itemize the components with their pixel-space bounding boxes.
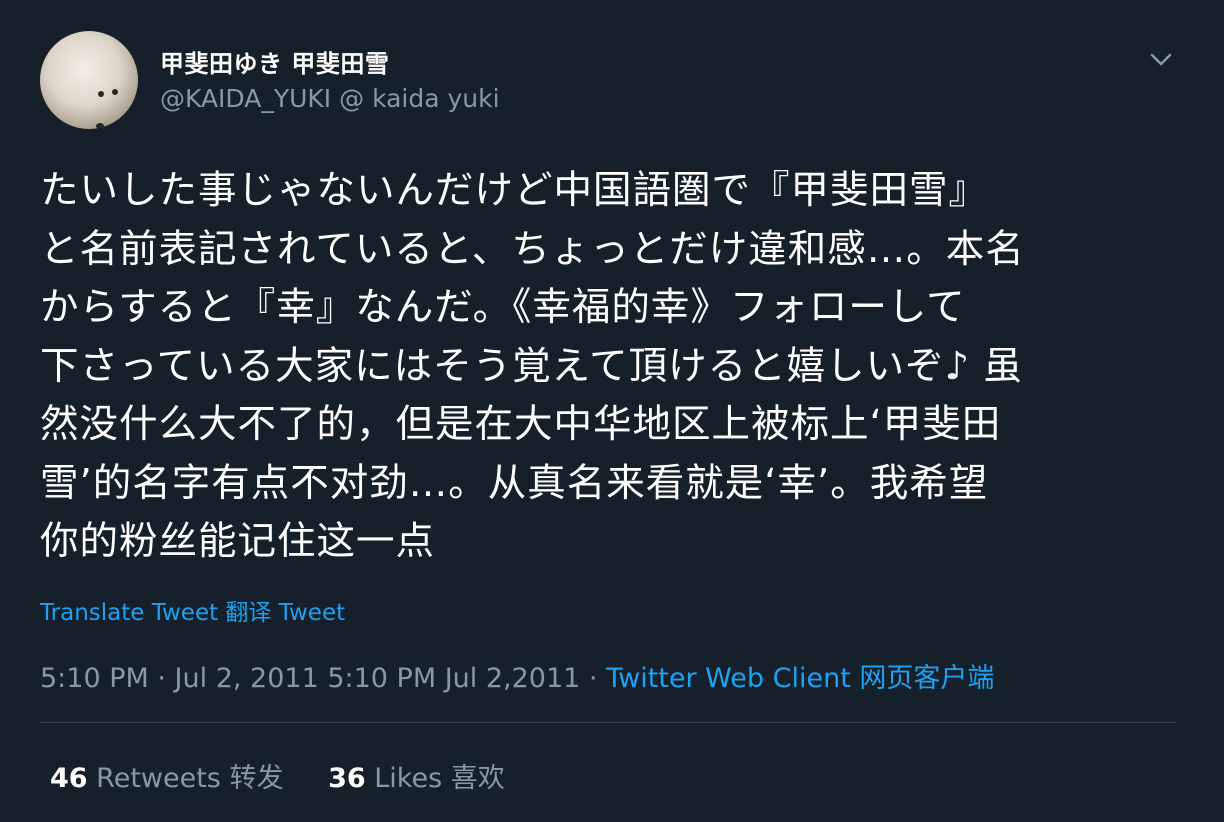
likes-label: Likes 喜欢 [374, 763, 505, 794]
avatar-eye [98, 91, 104, 97]
tweet-text: たいした事じゃないんだけど中国語圏で『甲斐田雪』 と名前表記されていると、ちょっ… [40, 168, 1025, 564]
chevron-down-icon[interactable] [1146, 44, 1176, 74]
display-name[interactable]: 甲斐田ゆき 甲斐田雪 [160, 44, 389, 79]
avatar-eye [112, 89, 118, 95]
user-handle[interactable]: @KAIDA_YUKI @ kaida yuki [160, 84, 500, 113]
avatar[interactable] [40, 31, 138, 129]
tweet-source-link[interactable]: Twitter Web Client 网页客户端 [606, 663, 994, 694]
translate-tweet-link[interactable]: Translate Tweet 翻译 Tweet [40, 593, 345, 627]
divider [40, 722, 1176, 723]
tweet-meta: 5:10 PM · Jul 2, 2011 5:10 PM Jul 2,2011… [40, 656, 994, 695]
likes-count: 36 [328, 763, 366, 794]
tweet-stats: 46 Retweets 转发 36 Likes 喜欢 [50, 756, 505, 795]
avatar-nose [96, 123, 104, 129]
meta-separator: · [580, 663, 607, 694]
retweets-stat[interactable]: 46 Retweets 转发 [50, 763, 292, 794]
retweets-label: Retweets 转发 [96, 763, 284, 794]
retweets-count: 46 [50, 763, 88, 794]
likes-stat[interactable]: 36 Likes 喜欢 [328, 763, 505, 794]
tweet-timestamp[interactable]: 5:10 PM · Jul 2, 2011 5:10 PM Jul 2,2011 [40, 663, 580, 694]
tweet-card: 甲斐田ゆき 甲斐田雪 @KAIDA_YUKI @ kaida yuki たいした… [0, 0, 1224, 822]
